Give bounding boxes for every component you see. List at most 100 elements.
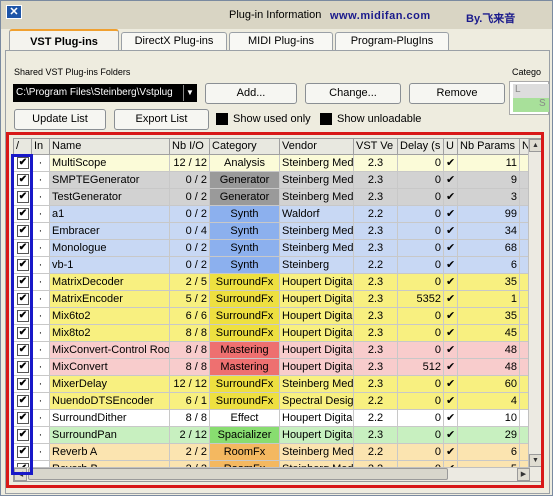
version-cell: 2.3 <box>354 427 398 444</box>
export-list-button[interactable]: Export List <box>114 109 209 130</box>
name-cell: TestGenerator <box>50 189 170 206</box>
table-row[interactable]: ✔·Monologue0 / 2SynthSteinberg Media2.30… <box>14 240 542 257</box>
delay-cell: 0 <box>398 325 444 342</box>
category-cell: Generator <box>210 172 280 189</box>
column-header[interactable]: U <box>444 139 458 155</box>
tab-directx-plugins[interactable]: DirectX Plug-ins <box>121 32 227 51</box>
show-used-only-checkbox[interactable] <box>216 113 228 125</box>
io-cell: 0 / 2 <box>170 257 210 274</box>
table-row[interactable]: ✔ · MixConvert 8 / 8 Mastering Houpert Digita… <box>14 359 542 376</box>
horizontal-scroll-thumb[interactable] <box>28 468 448 480</box>
scroll-right-icon[interactable]: ▶ <box>517 468 530 481</box>
table-row[interactable]: ✔ · TestGenerator 0 / 2 Generator Steinberg M… <box>14 189 542 206</box>
table-row[interactable]: ✔ · MixerDelay 12 / 12 SurroundFx Steinberg M… <box>14 376 542 393</box>
vendor-cell: Steinberg Media <box>280 240 354 257</box>
params-cell: 9 <box>458 172 520 189</box>
table-row[interactable]: ✔·Embracer0 / 4SynthSteinberg Media2.30✔… <box>14 223 542 240</box>
table-row[interactable]: ✔ · MultiScope 12 / 12 Analysis Steinberg Med… <box>14 155 542 172</box>
active-checkbox[interactable]: ✔ <box>17 446 29 458</box>
add-folder-button[interactable]: Add... <box>205 83 297 104</box>
active-checkbox[interactable]: ✔ <box>17 174 29 186</box>
active-checkbox[interactable]: ✔ <box>17 344 29 356</box>
table-row[interactable]: ✔ · SMPTEGenerator 0 / 2 Generator Steinberg … <box>14 172 542 189</box>
active-checkbox[interactable]: ✔ <box>17 310 29 322</box>
folder-path-select[interactable]: C:\Program Files\Steinberg\Vstplug <box>13 84 197 102</box>
params-cell: 45 <box>458 325 520 342</box>
io-cell: 12 / 12 <box>170 376 210 393</box>
io-cell: 8 / 8 <box>170 342 210 359</box>
tab-program-plugins[interactable]: Program-PlugIns <box>335 32 449 51</box>
shared-folders-label: Shared VST Plug-ins Folders <box>14 67 131 77</box>
column-header[interactable]: In <box>32 139 50 155</box>
params-cell: 29 <box>458 427 520 444</box>
active-checkbox[interactable]: ✔ <box>17 242 29 254</box>
show-unloadable-checkbox[interactable] <box>320 113 332 125</box>
vendor-cell: Steinberg Media <box>280 155 354 172</box>
u-cell: ✔ <box>444 410 458 427</box>
params-cell: 10 <box>458 410 520 427</box>
horizontal-scrollbar[interactable]: ◀ ▶ <box>14 467 530 481</box>
active-checkbox[interactable]: ✔ <box>17 412 29 424</box>
show-used-only-label: Show used only <box>233 113 311 125</box>
active-checkbox[interactable]: ✔ <box>17 191 29 203</box>
chevron-down-icon[interactable]: ▼ <box>183 85 196 101</box>
active-checkbox[interactable]: ✔ <box>17 429 29 441</box>
column-header[interactable]: Nb I/O <box>170 139 210 155</box>
column-header[interactable]: / <box>14 139 32 155</box>
active-checkbox[interactable]: ✔ <box>17 395 29 407</box>
active-checkbox[interactable]: ✔ <box>17 259 29 271</box>
version-cell: 2.3 <box>354 155 398 172</box>
scroll-up-icon[interactable]: ▲ <box>529 139 542 152</box>
active-cell: ✔ <box>14 359 32 376</box>
table-row[interactable]: ✔ · MatrixDecoder 2 / 5 SurroundFx Houpert Di… <box>14 274 542 291</box>
vendor-cell: Houpert Digital <box>280 291 354 308</box>
column-header[interactable]: Name <box>50 139 170 155</box>
in-cell: · <box>32 172 50 189</box>
active-checkbox[interactable]: ✔ <box>17 327 29 339</box>
io-cell: 0 / 2 <box>170 206 210 223</box>
active-checkbox[interactable]: ✔ <box>17 276 29 288</box>
vendor-cell: Steinberg Media <box>280 189 354 206</box>
category-cell: Synth <box>210 257 280 274</box>
name-cell: Reverb A <box>50 444 170 461</box>
table-row[interactable]: ✔ · SurroundDither 8 / 8 Effect Houpert Digit… <box>14 410 542 427</box>
active-checkbox[interactable]: ✔ <box>17 157 29 169</box>
category-cell: SurroundFx <box>210 325 280 342</box>
active-checkbox[interactable]: ✔ <box>17 293 29 305</box>
vertical-scrollbar[interactable]: ▲ ▼ <box>528 139 542 481</box>
scroll-down-icon[interactable]: ▼ <box>529 454 542 467</box>
change-folder-button[interactable]: Change... <box>305 83 401 104</box>
column-header[interactable]: Vendor <box>280 139 354 155</box>
table-row[interactable]: ✔ · Mix8to2 8 / 8 SurroundFx Houpert Digital 2… <box>14 325 542 342</box>
table-row[interactable]: ✔ · Mix6to2 6 / 6 SurroundFx Houpert Digital 2… <box>14 308 542 325</box>
io-cell: 2 / 5 <box>170 274 210 291</box>
table-row[interactable]: ✔ · vb-1 0 / 2 Synth Steinberg 2.2 0 ✔ 6 <box>14 257 542 274</box>
table-row[interactable]: ✔ · MatrixEncoder 5 / 2 SurroundFx Houpert Di… <box>14 291 542 308</box>
in-cell: · <box>32 240 50 257</box>
active-checkbox[interactable]: ✔ <box>17 225 29 237</box>
active-checkbox[interactable]: ✔ <box>17 378 29 390</box>
column-header[interactable]: Delay (s <box>398 139 444 155</box>
column-header[interactable]: VST Ve <box>354 139 398 155</box>
table-row[interactable]: ✔ · a1 0 / 2 Synth Waldorf 2.2 0 ✔ 99 <box>14 206 542 223</box>
remove-folder-button[interactable]: Remove <box>409 83 505 104</box>
u-cell: ✔ <box>444 189 458 206</box>
version-cell: 2.3 <box>354 223 398 240</box>
table-row[interactable]: ✔ · MixConvert-Control Room 8 / 8 Mastering H… <box>14 342 542 359</box>
table-row[interactable]: ✔ · SurroundPan 2 / 12 Spacializer Houpert Di… <box>14 427 542 444</box>
column-header[interactable]: Category <box>210 139 280 155</box>
brand-author: By.飞来音 <box>466 13 516 25</box>
column-header[interactable]: Nb Params <box>458 139 520 155</box>
in-cell: · <box>32 342 50 359</box>
scroll-left-icon[interactable]: ◀ <box>14 468 27 481</box>
table-row[interactable]: ✔ · NuendoDTSEncoder 6 / 1 SurroundFx Spectra… <box>14 393 542 410</box>
active-checkbox[interactable]: ✔ <box>17 361 29 373</box>
in-cell: · <box>32 223 50 240</box>
active-checkbox[interactable]: ✔ <box>17 208 29 220</box>
update-list-button[interactable]: Update List <box>14 109 106 130</box>
tab-vst-plugins[interactable]: VST Plug-ins <box>9 29 119 51</box>
tab-midi-plugins[interactable]: MIDI Plug-ins <box>229 32 333 51</box>
table-row[interactable]: ✔·Reverb A2 / 2RoomFxSteinberg Media2.20… <box>14 444 542 461</box>
close-icon[interactable]: ✕ <box>6 5 22 19</box>
plugin-grid: / In Name Nb I/O Category Vendor VST Ve Delay (… <box>13 138 543 482</box>
